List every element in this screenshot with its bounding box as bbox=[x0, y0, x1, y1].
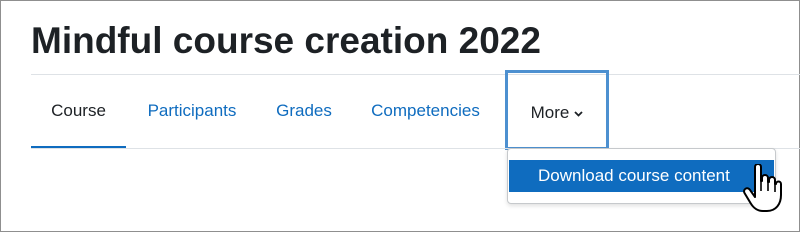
tab-competencies[interactable]: Competencies bbox=[362, 74, 489, 149]
tab-grades[interactable]: Grades bbox=[267, 74, 341, 149]
tab-more[interactable]: More bbox=[505, 70, 609, 150]
chevron-down-icon bbox=[574, 72, 583, 152]
tab-participants[interactable]: Participants bbox=[134, 74, 250, 149]
tab-more-label: More bbox=[530, 103, 570, 122]
more-dropdown-menu: Download course content bbox=[507, 148, 776, 204]
secondary-navigation: Course Participants Grades Competencies … bbox=[31, 70, 800, 150]
page-title: Mindful course creation 2022 bbox=[31, 20, 541, 61]
tab-course[interactable]: Course bbox=[31, 74, 126, 149]
hand-pointer-icon bbox=[743, 164, 782, 212]
download-course-content-item[interactable]: Download course content bbox=[509, 160, 774, 192]
